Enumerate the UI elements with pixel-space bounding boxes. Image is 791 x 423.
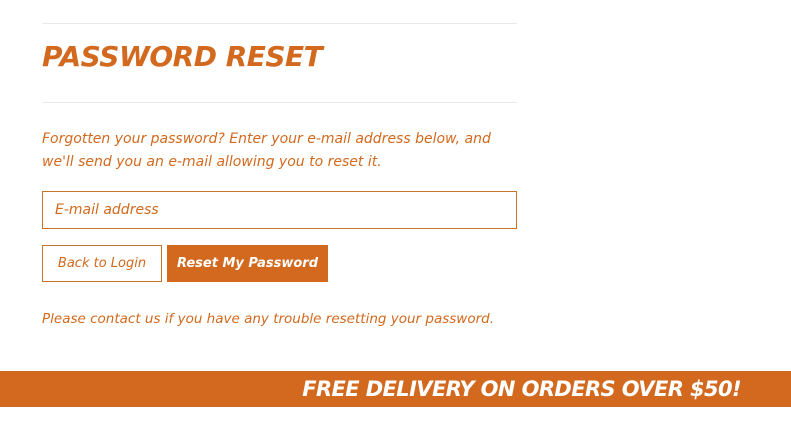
promo-banner: FREE DELIVERY ON ORDERS OVER $50! bbox=[0, 371, 791, 407]
back-to-login-button[interactable]: Back to Login bbox=[42, 245, 162, 282]
promo-text: FREE DELIVERY ON ORDERS OVER $50! bbox=[302, 377, 741, 401]
reset-password-button[interactable]: Reset My Password bbox=[167, 245, 328, 282]
page-title: PASSWORD RESET bbox=[42, 40, 323, 73]
top-divider bbox=[42, 23, 517, 24]
instructions-line-2: we'll send you an e-mail allowing you to… bbox=[42, 154, 382, 170]
instructions-line-1: Forgotten your password? Enter your e-ma… bbox=[42, 131, 491, 147]
contact-note: Please contact us if you have any troubl… bbox=[42, 311, 494, 327]
email-field[interactable] bbox=[42, 191, 517, 229]
title-divider bbox=[42, 102, 517, 103]
reset-instructions: Forgotten your password? Enter your e-ma… bbox=[42, 128, 512, 174]
